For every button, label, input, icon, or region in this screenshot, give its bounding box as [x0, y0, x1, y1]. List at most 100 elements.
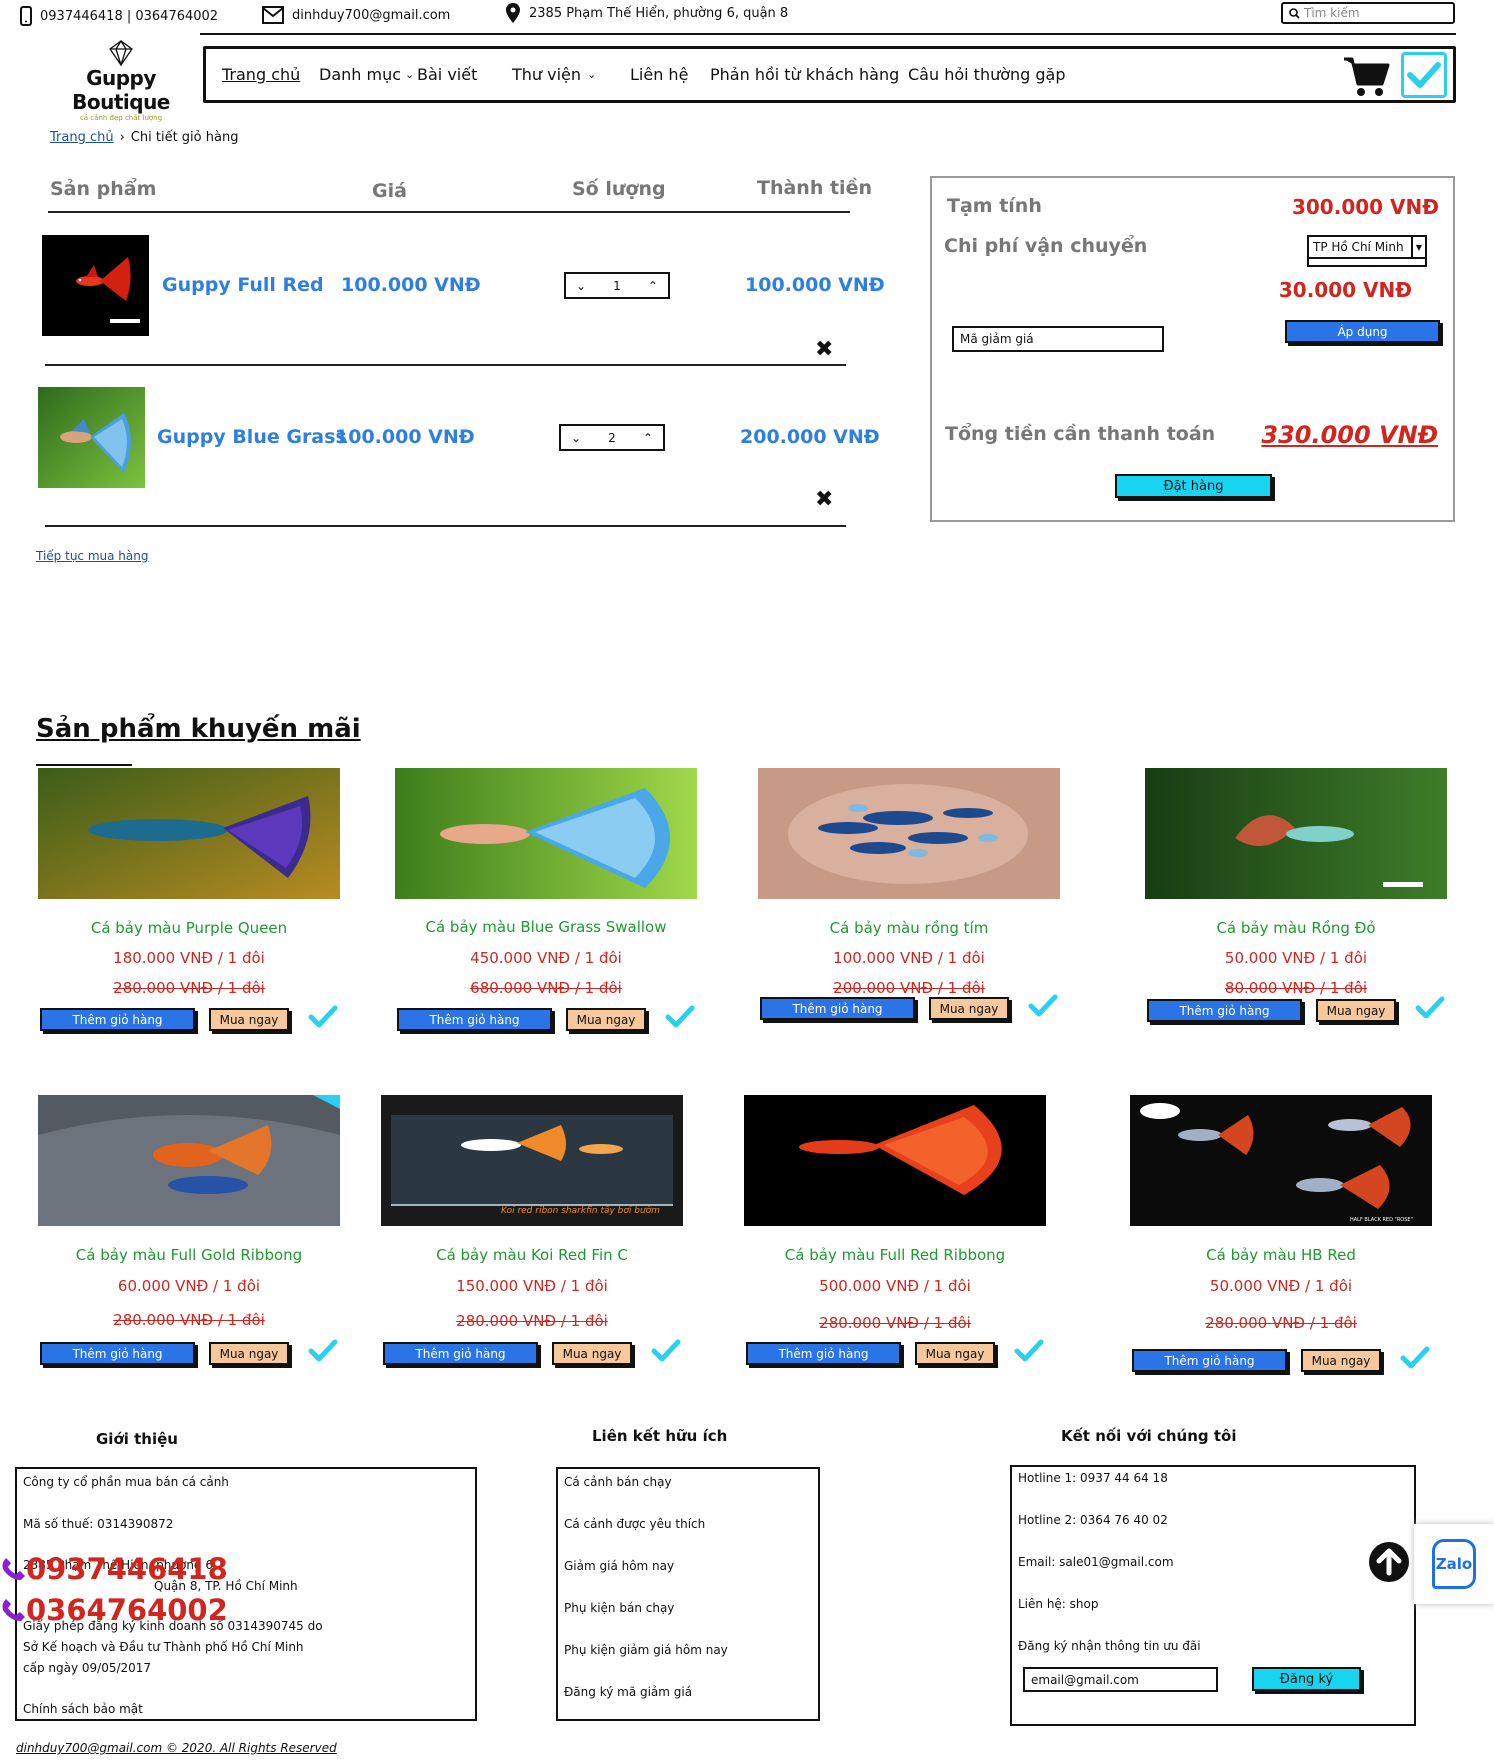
buy-now-button[interactable]: Mua ngay: [209, 1342, 289, 1365]
add-to-cart-button[interactable]: Thêm giỏ hàng: [1147, 999, 1302, 1022]
add-to-cart-button[interactable]: Thêm giỏ hàng: [40, 1342, 195, 1365]
promo-product-card[interactable]: Koi red ribon sharkfin tây bơi bướm Cá bả…: [381, 0, 683, 1365]
cart-item-name[interactable]: Guppy Full Red: [162, 274, 324, 296]
nav-faq[interactable]: Câu hỏi thường gặp: [908, 65, 1066, 84]
check-icon[interactable]: [1028, 993, 1058, 1023]
chevron-up-icon[interactable]: ⌃: [643, 431, 653, 445]
nav-contact[interactable]: Liên hệ: [630, 65, 710, 84]
zalo-icon: Zalo: [1432, 1539, 1476, 1589]
buy-now-button[interactable]: Mua ngay: [915, 1342, 995, 1365]
cart-button[interactable]: [1342, 56, 1390, 102]
place-order-button[interactable]: Đặt hàng: [1115, 474, 1272, 498]
add-to-cart-button[interactable]: Thêm giỏ hàng: [397, 1008, 552, 1031]
hb-caption: HALF BLACK RED "ROSE": [1350, 1217, 1413, 1223]
breadcrumb: Trang chủ › Chi tiết giỏ hàng: [50, 130, 238, 145]
promo-product-image[interactable]: [1145, 768, 1447, 899]
buy-now-button[interactable]: Mua ngay: [552, 1342, 632, 1365]
call-number-1: 0937446418: [26, 1552, 228, 1586]
promo-product-image[interactable]: [38, 1095, 340, 1226]
remove-icon[interactable]: ✖: [815, 337, 833, 362]
checked-checkbox[interactable]: [1401, 52, 1447, 98]
quantity-stepper[interactable]: ⌄ 1 ⌃: [564, 272, 670, 299]
cart-item-name[interactable]: Guppy Blue Grass: [157, 426, 347, 448]
add-to-cart-button[interactable]: Thêm giỏ hàng: [40, 1008, 195, 1031]
search-input[interactable]: Tìm kiếm: [1281, 2, 1455, 24]
buy-now-button[interactable]: Mua ngay: [209, 1008, 289, 1031]
check-icon[interactable]: [1415, 995, 1445, 1025]
scroll-to-top-button[interactable]: [1368, 1541, 1410, 1587]
newsletter-email-input[interactable]: email@gmail.com: [1023, 1667, 1218, 1692]
nav-categories[interactable]: Danh mục ⌄: [319, 65, 414, 84]
chevron-down-icon[interactable]: ⌄: [576, 279, 586, 293]
add-to-cart-button[interactable]: Thêm giỏ hàng: [1132, 1349, 1287, 1372]
breadcrumb-home[interactable]: Trang chủ: [50, 130, 114, 145]
promo-product-name[interactable]: Cá bảy màu Purple Queen: [38, 919, 340, 937]
quantity-value: 1: [613, 278, 621, 293]
title-underline: [36, 764, 132, 766]
promo-product-image[interactable]: [395, 768, 697, 899]
footer-link[interactable]: Phụ kiện bán chạy: [564, 1601, 674, 1615]
footer-link[interactable]: Cá cảnh bán chạy: [564, 1475, 672, 1489]
product-thumbnail[interactable]: [38, 387, 145, 488]
chevron-up-icon[interactable]: ⌃: [648, 279, 658, 293]
shipping-label: Chi phí vận chuyển: [944, 235, 1148, 257]
logo-name: Guppy Boutique: [72, 66, 170, 114]
footer-link[interactable]: Phụ kiện giảm giá hôm nay: [564, 1643, 728, 1657]
connect-line: Đăng ký nhận thông tin ưu đãi: [1018, 1639, 1201, 1653]
email-contact[interactable]: dinhduy700@gmail.com: [262, 6, 450, 24]
promo-product-card[interactable]: Cá bảy màu Full Gold Ribbong 60.000 VNĐ /…: [38, 0, 340, 1365]
promo-product-image[interactable]: Koi red ribon sharkfin tây bơi bướm: [381, 1095, 683, 1226]
check-icon[interactable]: [1014, 1338, 1044, 1368]
promo-product-image[interactable]: [758, 768, 1060, 899]
promo-product-image[interactable]: HALF BLACK RED "ROSE": [1130, 1095, 1432, 1226]
nav-feedback[interactable]: Phản hồi từ khách hàng: [710, 65, 908, 84]
nav-posts[interactable]: Bài viết: [417, 65, 512, 84]
nav-home[interactable]: Trang chủ: [222, 65, 319, 84]
promo-product-image[interactable]: [744, 1095, 1046, 1226]
promo-product-name[interactable]: Cá bảy màu Koi Red Fin C: [381, 1246, 683, 1264]
check-icon[interactable]: [1400, 1345, 1430, 1375]
logo[interactable]: Guppy Boutique cá cảnh đẹp chất lượng: [46, 40, 196, 122]
check-icon[interactable]: [651, 1338, 681, 1368]
promo-product-name[interactable]: Cá bảy màu Rồng Đỏ: [1145, 919, 1447, 937]
city-select[interactable]: TP Hồ Chí Minh ▼: [1307, 235, 1427, 267]
buy-now-button[interactable]: Mua ngay: [566, 1008, 646, 1031]
quantity-stepper[interactable]: ⌄ 2 ⌃: [559, 424, 665, 451]
check-icon[interactable]: [308, 1338, 338, 1368]
call-button-1[interactable]: 0937446418: [0, 1552, 228, 1586]
promo-product-card[interactable]: Cá bảy màu Full Red Ribbong 500.000 VNĐ /…: [744, 0, 1046, 1365]
promo-product-name[interactable]: Cá bảy màu HB Red: [1130, 1246, 1432, 1264]
footer-link[interactable]: Giảm giá hôm nay: [564, 1559, 674, 1573]
chevron-down-icon[interactable]: ⌄: [571, 431, 581, 445]
connect-line: Hotline 1: 0937 44 64 18: [1018, 1471, 1168, 1485]
nav-library[interactable]: Thư viện ⌄: [512, 65, 630, 84]
remove-icon[interactable]: ✖: [815, 487, 833, 512]
promo-product-name[interactable]: Cá bảy màu Blue Grass Swallow: [395, 918, 697, 936]
call-number-2: 0364764002: [26, 1593, 228, 1627]
apply-coupon-button[interactable]: Áp dụng: [1285, 320, 1440, 343]
buy-now-button[interactable]: Mua ngay: [1301, 1349, 1381, 1372]
intro-line: Công ty cổ phần mua bán cá cảnh: [23, 1475, 229, 1489]
add-to-cart-button[interactable]: Thêm giỏ hàng: [383, 1342, 538, 1365]
product-thumbnail[interactable]: [42, 235, 149, 336]
call-button-2[interactable]: 0364764002: [0, 1593, 228, 1627]
promo-product-image[interactable]: [38, 768, 340, 899]
check-icon[interactable]: [308, 1004, 338, 1034]
register-button[interactable]: Đăng ký: [1252, 1667, 1361, 1691]
check-icon[interactable]: [665, 1004, 695, 1034]
footer-link[interactable]: Cá cảnh được yêu thích: [564, 1517, 705, 1531]
footer-link[interactable]: Đăng ký mã giảm giá: [564, 1685, 692, 1699]
promo-product-name[interactable]: Cá bảy màu Full Gold Ribbong: [38, 1246, 340, 1264]
privacy-link[interactable]: Chính sách bảo mật: [23, 1702, 143, 1716]
promo-product-name[interactable]: Cá bảy màu rồng tím: [758, 919, 1060, 937]
zalo-button[interactable]: Zalo: [1414, 1524, 1494, 1604]
header-divider: [48, 211, 850, 213]
promo-product-name[interactable]: Cá bảy màu Full Red Ribbong: [744, 1246, 1046, 1264]
add-to-cart-button[interactable]: Thêm giỏ hàng: [760, 997, 915, 1020]
coupon-input[interactable]: Mã giảm giá: [952, 326, 1164, 352]
buy-now-button[interactable]: Mua ngay: [1316, 999, 1396, 1022]
add-to-cart-button[interactable]: Thêm giỏ hàng: [746, 1342, 901, 1365]
continue-shopping-link[interactable]: Tiếp tục mua hàng: [36, 549, 148, 563]
promo-product-card[interactable]: HALF BLACK RED "ROSE" Cá bảy màu HB Red 50…: [1130, 0, 1432, 1372]
buy-now-button[interactable]: Mua ngay: [929, 997, 1009, 1020]
